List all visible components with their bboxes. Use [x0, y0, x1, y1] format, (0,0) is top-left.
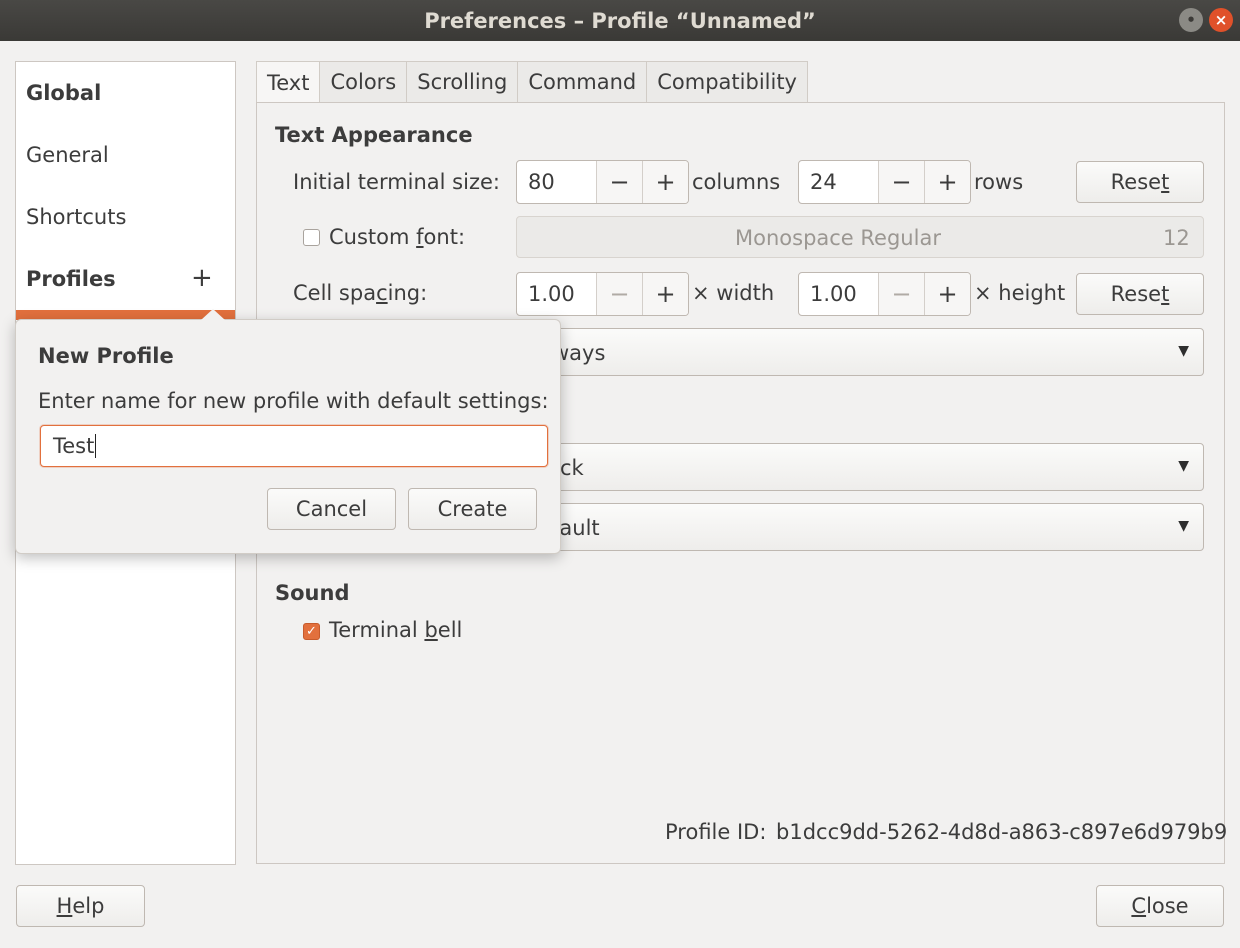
help-mnemonic: H — [56, 894, 73, 918]
initial-size-label: Initial terminal size: — [293, 170, 500, 194]
profile-id-label: Profile ID: — [665, 820, 767, 844]
new-profile-popover: New Profile Enter name for new profile w… — [15, 309, 561, 554]
reset-size-button[interactable]: Rese t — [1076, 161, 1204, 203]
tab-compatibility[interactable]: Compatibility — [646, 61, 808, 102]
combo-2-value: ck — [560, 456, 584, 480]
dropdown-arrow-icon: ▼ — [1178, 518, 1189, 534]
columns-spinner: 80 − + — [516, 160, 689, 204]
custom-font-label: Custom font: — [329, 225, 465, 249]
text-caret — [95, 434, 97, 458]
window-close-button[interactable]: × — [1209, 8, 1233, 32]
font-size: 12 — [1163, 226, 1190, 250]
sidebar-item-shortcuts[interactable]: Shortcuts — [26, 205, 126, 229]
plus-icon: + — [937, 280, 958, 308]
popover-prompt: Enter name for new profile with default … — [38, 389, 549, 413]
reset-mnemonic-b: t — [1161, 282, 1170, 306]
help-label: elp — [72, 894, 105, 918]
profile-name-value: Test — [53, 434, 95, 458]
columns-increment-button[interactable]: + — [642, 161, 688, 203]
plus-icon: + — [655, 280, 676, 308]
width-increment-button[interactable]: + — [642, 273, 688, 315]
height-spinner: 1.00 − + — [798, 272, 971, 316]
columns-input[interactable]: 80 — [517, 161, 596, 203]
rows-decrement-button[interactable]: − — [878, 161, 924, 203]
cancel-button[interactable]: Cancel — [267, 488, 396, 530]
sidebar-item-global[interactable]: Global — [26, 81, 101, 105]
cell-spacing-label-pre: Cell spa — [293, 281, 377, 305]
terminal-bell-label-post: ell — [437, 618, 463, 642]
window-title: Preferences – Profile “Unnamed” — [424, 8, 816, 33]
height-decrement-button[interactable]: − — [878, 273, 924, 315]
minus-icon: − — [609, 280, 630, 308]
tab-scrolling[interactable]: Scrolling — [406, 61, 519, 102]
width-spinner: 1.00 − + — [516, 272, 689, 316]
columns-unit-label: columns — [692, 170, 781, 194]
rows-input[interactable]: 24 — [799, 161, 878, 203]
width-decrement-button[interactable]: − — [596, 273, 642, 315]
cell-spacing-label-post: ing: — [387, 281, 428, 305]
reset-label-b: Rese — [1110, 282, 1162, 306]
minus-icon: − — [609, 168, 630, 196]
text-appearance-heading: Text Appearance — [275, 123, 473, 147]
plus-icon: + — [655, 168, 676, 196]
cell-spacing-mnemonic: c — [376, 281, 388, 305]
close-button[interactable]: Close — [1096, 885, 1224, 927]
rows-increment-button[interactable]: + — [924, 161, 970, 203]
minus-icon: − — [891, 280, 912, 308]
close-label: lose — [1146, 894, 1189, 918]
tab-bar: Text Colors Scrolling Command Compatibil… — [256, 61, 808, 104]
height-input[interactable]: 1.00 — [799, 273, 878, 315]
profile-name-input[interactable]: Test — [40, 425, 548, 467]
sidebar-item-general[interactable]: General — [26, 143, 109, 167]
tab-command[interactable]: Command — [517, 61, 648, 102]
height-unit-label: × height — [974, 281, 1066, 305]
sidebar-item-profiles: Profiles — [26, 267, 116, 291]
minus-icon: − — [891, 168, 912, 196]
columns-decrement-button[interactable]: − — [596, 161, 642, 203]
check-icon: ✓ — [306, 624, 317, 639]
tab-colors[interactable]: Colors — [319, 61, 408, 102]
reset-label-a: Rese — [1110, 170, 1162, 194]
width-unit-label: × width — [692, 281, 775, 305]
popover-arrow — [201, 309, 225, 320]
plus-icon: + — [191, 263, 213, 293]
minimize-button[interactable]: • — [1179, 8, 1203, 32]
custom-font-checkbox[interactable] — [303, 229, 320, 246]
dropdown-arrow-icon: ▼ — [1178, 343, 1189, 359]
custom-font-mnemonic: f — [416, 225, 424, 249]
help-button[interactable]: Help — [16, 885, 145, 927]
cell-spacing-label: Cell spacing: — [293, 281, 427, 305]
reset-spacing-button[interactable]: Rese t — [1076, 273, 1204, 315]
create-button[interactable]: Create — [408, 488, 537, 530]
custom-font-label-post: ont: — [423, 225, 466, 249]
reset-mnemonic-a: t — [1161, 170, 1170, 194]
height-increment-button[interactable]: + — [924, 273, 970, 315]
dropdown-arrow-icon: ▼ — [1178, 458, 1189, 474]
terminal-bell-checkbox[interactable]: ✓ — [303, 623, 320, 640]
title-bar: Preferences – Profile “Unnamed” • × — [0, 0, 1240, 41]
terminal-bell-label: Terminal bell — [329, 618, 462, 642]
font-name: Monospace Regular — [735, 226, 941, 250]
rows-spinner: 24 − + — [798, 160, 971, 204]
custom-font-label-pre: Custom — [329, 225, 417, 249]
font-chooser-button[interactable]: Monospace Regular 12 — [516, 216, 1204, 258]
cancel-label: Cancel — [295, 497, 368, 521]
plus-icon: + — [937, 168, 958, 196]
width-input[interactable]: 1.00 — [517, 273, 596, 315]
close-icon: × — [1214, 11, 1228, 29]
rows-unit-label: rows — [974, 170, 1024, 194]
create-label: Create — [437, 497, 508, 521]
tab-text[interactable]: Text — [256, 61, 321, 104]
terminal-bell-mnemonic: b — [424, 618, 438, 642]
minimize-icon: • — [1186, 11, 1196, 29]
terminal-bell-label-pre: Terminal — [329, 618, 425, 642]
profile-id-value: b1dcc9dd-5262-4d8d-a863-c897e6d979b9 — [776, 820, 1228, 844]
add-profile-button[interactable]: + — [191, 265, 213, 291]
popover-title: New Profile — [38, 344, 174, 368]
sound-heading: Sound — [275, 581, 350, 605]
close-mnemonic: C — [1131, 894, 1147, 918]
